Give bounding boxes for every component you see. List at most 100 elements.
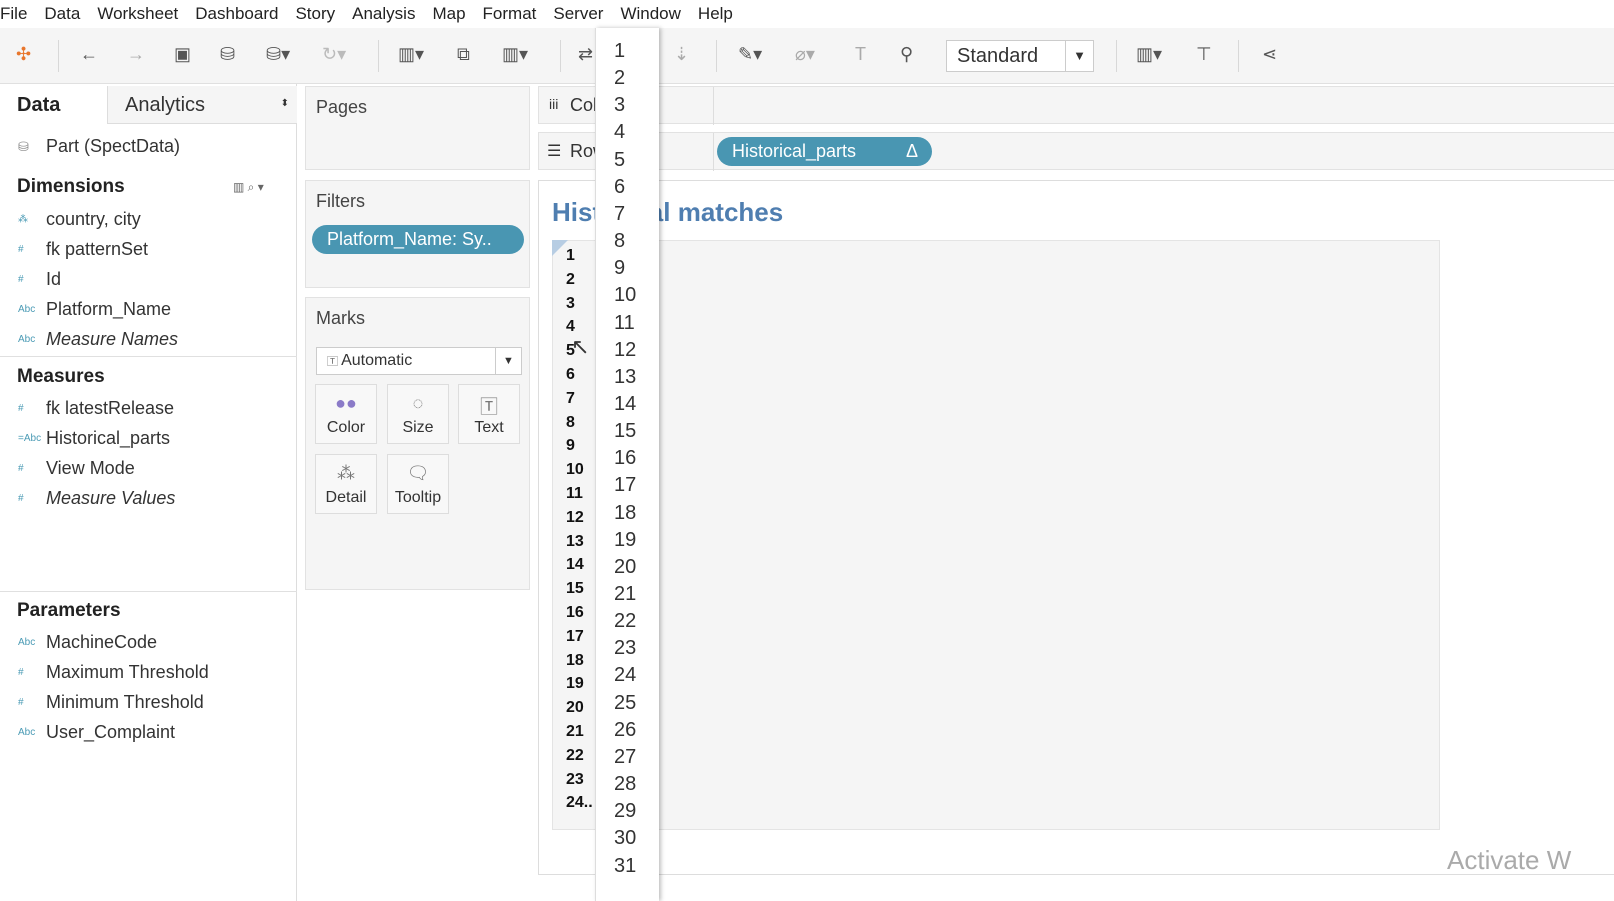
menu-format[interactable]: Format: [483, 0, 545, 28]
pause-update-icon[interactable]: ⛁▾: [266, 44, 290, 65]
dropdown-option[interactable]: 1: [614, 40, 625, 63]
menu-worksheet[interactable]: Worksheet: [97, 0, 186, 28]
dropdown-option[interactable]: 10: [614, 284, 636, 307]
pin-icon[interactable]: ⚲: [900, 44, 913, 65]
menu-story[interactable]: Story: [295, 0, 343, 28]
redo-icon[interactable]: →: [127, 44, 145, 65]
undo-icon[interactable]: ←: [80, 44, 98, 65]
row-header[interactable]: 24..: [566, 794, 593, 812]
dropdown-option[interactable]: 9: [614, 257, 625, 280]
pages-card[interactable]: Pages: [305, 86, 530, 170]
row-header[interactable]: 17: [566, 628, 584, 646]
text-button[interactable]: 🅃 Text: [458, 384, 520, 444]
row-header[interactable]: 1: [566, 247, 575, 265]
share-icon[interactable]: ⋖: [1262, 44, 1277, 65]
rows-pill[interactable]: Historical_parts Δ: [717, 137, 932, 166]
row-header[interactable]: 7: [566, 390, 575, 408]
dropdown-option[interactable]: 17: [614, 474, 636, 497]
menu-help[interactable]: Help: [698, 0, 741, 28]
row-header[interactable]: 22: [566, 747, 584, 765]
dropdown-option[interactable]: 25: [614, 692, 636, 715]
dropdown-option[interactable]: 26: [614, 719, 636, 742]
mark-type-select[interactable]: 🅃 Automatic ▼: [316, 347, 522, 375]
row-header[interactable]: 11: [566, 485, 583, 503]
label-icon[interactable]: T: [855, 44, 866, 65]
dropdown-option[interactable]: 4: [614, 121, 625, 144]
menu-analysis[interactable]: Analysis: [352, 0, 423, 28]
dropdown-option[interactable]: 8: [614, 230, 625, 253]
menu-file[interactable]: File: [0, 0, 35, 28]
row-header[interactable]: 15: [566, 580, 584, 598]
field-item[interactable]: Abc User_Complaint: [18, 722, 175, 743]
dropdown-option[interactable]: 14: [614, 393, 636, 416]
dropdown-option[interactable]: 12: [614, 339, 636, 362]
tab-analytics[interactable]: Analytics ⬍: [107, 86, 297, 124]
dropdown-option[interactable]: 2: [614, 67, 625, 90]
sort-icon[interactable]: ⇣: [674, 44, 689, 65]
row-header[interactable]: 2: [566, 271, 575, 289]
menu-server[interactable]: Server: [553, 0, 611, 28]
menu-data[interactable]: Data: [44, 0, 88, 28]
dropdown-option[interactable]: 23: [614, 637, 636, 660]
row-header[interactable]: 14: [566, 556, 584, 574]
field-item[interactable]: Abc MachineCode: [18, 632, 157, 653]
row-header[interactable]: 19: [566, 675, 584, 693]
refresh-icon[interactable]: ↻▾: [322, 44, 346, 65]
row-header[interactable]: 9: [566, 437, 575, 455]
new-worksheet-icon[interactable]: ▥▾: [398, 44, 424, 65]
menu-dashboard[interactable]: Dashboard: [195, 0, 286, 28]
highlight-icon[interactable]: ✎▾: [738, 44, 762, 65]
field-item[interactable]: ⁂ country, city: [18, 209, 141, 230]
dropdown-option[interactable]: 13: [614, 366, 636, 389]
dropdown-option[interactable]: 6: [614, 176, 625, 199]
annotate-icon[interactable]: ⌀▾: [795, 44, 815, 65]
dropdown-option[interactable]: 31: [614, 855, 636, 878]
new-datasource-icon[interactable]: ⛁: [220, 44, 235, 65]
number-dropdown-list[interactable]: 1 2 3 4 5 6 7 8 9 10 11 12 13 14 15 16 17 18 19 20 21 22 23 24 2…: [595, 28, 659, 901]
field-item[interactable]: Abc Measure Names: [18, 329, 178, 350]
swap-icon[interactable]: ⇄: [578, 44, 593, 65]
show-cards-icon[interactable]: ▥▾: [1136, 44, 1162, 65]
row-header[interactable]: 21: [566, 723, 584, 741]
row-header[interactable]: 12: [566, 509, 584, 527]
size-button[interactable]: ◌ Size: [387, 384, 449, 444]
dropdown-option[interactable]: 21: [614, 583, 636, 606]
datasource[interactable]: ⛁ Part (SpectData): [18, 136, 180, 157]
save-icon[interactable]: ▣: [174, 44, 191, 65]
filter-pill[interactable]: Platform_Name: Sy..: [312, 225, 524, 254]
dropdown-option[interactable]: 18: [614, 502, 636, 525]
dropdown-option[interactable]: 27: [614, 746, 636, 769]
field-item[interactable]: # fk latestRelease: [18, 398, 174, 419]
tableau-logo-icon[interactable]: ✣: [16, 44, 31, 65]
dropdown-option[interactable]: 7: [614, 203, 625, 226]
field-item[interactable]: # Measure Values: [18, 488, 175, 509]
field-item[interactable]: # View Mode: [18, 458, 135, 479]
dropdown-option[interactable]: 3: [614, 94, 625, 117]
color-button[interactable]: ●● Color: [315, 384, 377, 444]
rows-shelf[interactable]: ☰ Rows Historical_parts Δ: [538, 132, 1614, 171]
row-header[interactable]: 6: [566, 366, 575, 384]
duplicate-sheet-icon[interactable]: ⧉: [457, 44, 470, 65]
field-item[interactable]: # fk patternSet: [18, 239, 148, 260]
row-header[interactable]: 10: [566, 461, 584, 479]
menu-map[interactable]: Map: [432, 0, 473, 28]
row-header[interactable]: 8: [566, 414, 575, 432]
dropdown-option[interactable]: 29: [614, 800, 636, 823]
dimensions-tools-icon[interactable]: ▥ ⌕ ▾: [233, 180, 264, 195]
filters-card[interactable]: Filters Platform_Name: Sy..: [305, 180, 530, 288]
tab-data[interactable]: Data: [0, 86, 107, 124]
row-header[interactable]: 16: [566, 604, 584, 622]
dropdown-option[interactable]: 19: [614, 529, 636, 552]
row-header[interactable]: 20: [566, 699, 584, 717]
dropdown-option[interactable]: 22: [614, 610, 636, 633]
columns-shelf[interactable]: iii Columns: [538, 86, 1614, 125]
clear-sheet-icon[interactable]: ▥▾: [502, 44, 528, 65]
dropdown-option[interactable]: 30: [614, 827, 636, 850]
field-item[interactable]: # Id: [18, 269, 61, 290]
view-pane[interactable]: [552, 240, 1440, 830]
dropdown-option[interactable]: 11: [614, 312, 635, 335]
menu-window[interactable]: Window: [620, 0, 688, 28]
row-header[interactable]: 3: [566, 295, 575, 313]
tooltip-button[interactable]: 🗨 Tooltip: [387, 454, 449, 514]
field-item[interactable]: # Minimum Threshold: [18, 692, 204, 713]
